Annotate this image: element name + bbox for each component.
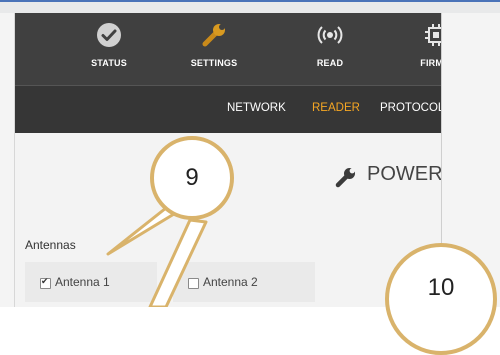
callout-10-number: 10 [427,274,455,301]
callout-10: 10 [385,243,497,355]
callout-9-number: 9 [185,164,199,191]
callout-9: 9 [150,136,234,220]
